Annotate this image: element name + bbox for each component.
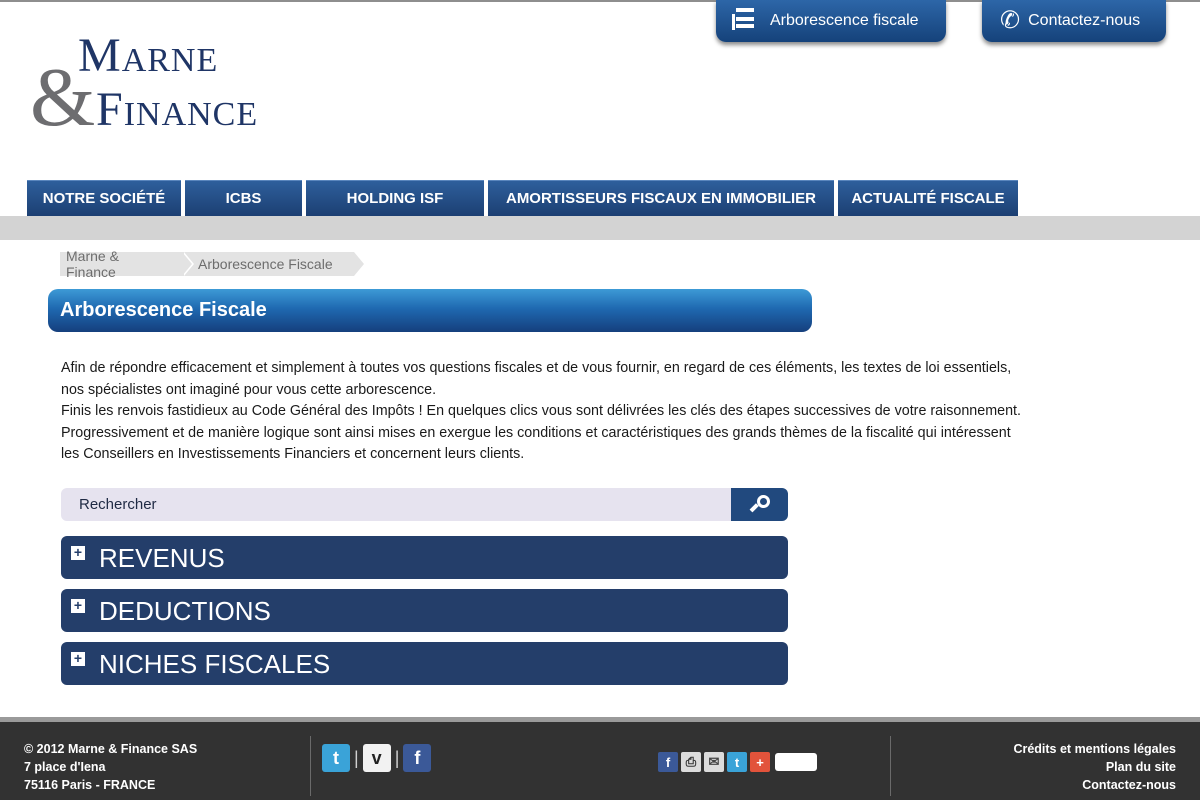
intro-line: Progressivement et de manière logique so… (61, 424, 1011, 441)
nav-item-holding-isf[interactable]: HOLDING ISF (306, 180, 484, 216)
print-icon[interactable]: ⎙ (681, 752, 701, 772)
accordion-label: NICHES FISCALES (99, 649, 331, 679)
intro-line: les Conseillers en Investissements Finan… (61, 446, 525, 462)
share-more-icon[interactable]: + (750, 752, 770, 772)
social-links: t | v | f (322, 744, 432, 772)
arborescence-fiscale-label: Arborescence fiscale (770, 12, 919, 29)
separator: | (354, 747, 359, 768)
nav-item-amortisseurs-fiscaux[interactable]: AMORTISSEURS FISCAUX EN IMMOBILIER (488, 180, 834, 216)
nav-item-notre-societe[interactable]: NOTRE SOCIÉTÉ (27, 180, 181, 216)
footer-link-sitemap[interactable]: Plan du site (1013, 758, 1176, 776)
accordion-label: DEDUCTIONS (99, 596, 271, 626)
search-bar (61, 488, 788, 521)
search-input[interactable] (61, 488, 731, 521)
intro-line: Afin de répondre efficacement et simplem… (61, 360, 1012, 376)
share-counter (775, 753, 817, 771)
accordion-label: REVENUS (99, 543, 225, 573)
phone-icon: ✆ (1000, 7, 1021, 34)
page-title: Arborescence Fiscale (48, 289, 812, 332)
footer-link-credits[interactable]: Crédits et mentions légales (1013, 740, 1176, 758)
intro-line: nos spécialistes ont imaginé pour vous c… (61, 381, 437, 398)
footer-divider (890, 736, 891, 796)
facebook-icon[interactable]: f (403, 744, 432, 772)
footer: © 2012 Marne & Finance SAS 7 place d'Ien… (0, 717, 1200, 800)
search-button[interactable] (731, 488, 788, 521)
expand-icon: + (71, 598, 85, 613)
main-nav: NOTRE SOCIÉTÉ ICBS HOLDING ISF AMORTISSE… (0, 180, 1200, 216)
footer-address: © 2012 Marne & Finance SAS 7 place d'Ien… (24, 740, 197, 794)
expand-icon: + (71, 651, 85, 666)
footer-city: 75116 Paris - FRANCE (24, 778, 156, 792)
intro-line: Finis les renvois fastidieux au Code Gén… (61, 403, 1021, 419)
breadcrumb-home[interactable]: Marne & Finance (60, 248, 194, 280)
footer-copyright: © 2012 Marne & Finance SAS (24, 742, 198, 756)
email-icon[interactable]: ✉ (704, 752, 724, 772)
tree-list-icon (732, 8, 756, 34)
footer-divider (310, 736, 311, 796)
logo-line-2: FINANCE (96, 83, 259, 136)
separator: | (394, 747, 400, 768)
contact-button[interactable]: ✆ Contactez-nous (982, 0, 1166, 42)
footer-link-contact[interactable]: Contactez-nous (1013, 776, 1176, 794)
breadcrumb: Marne & Finance Arborescence Fiscale (60, 248, 364, 280)
footer-links: Crédits et mentions légales Plan du site… (1013, 740, 1176, 794)
share-twitter-icon[interactable]: t (727, 752, 747, 772)
expand-icon: + (71, 545, 85, 560)
site-logo[interactable]: & MARNE FINANCE (30, 28, 300, 140)
intro-text: Afin de répondre efficacement et simplem… (61, 358, 1151, 466)
accordion-revenus[interactable]: + REVENUS (61, 536, 788, 579)
logo-line-1: MARNE (78, 29, 219, 82)
nav-underline-strip (0, 216, 1200, 240)
share-facebook-icon[interactable]: f (658, 752, 678, 772)
search-icon (749, 494, 770, 515)
accordion-deductions[interactable]: + DEDUCTIONS (61, 589, 788, 632)
nav-item-icbs[interactable]: ICBS (185, 180, 302, 216)
contact-label: Contactez-nous (1028, 12, 1141, 29)
footer-street: 7 place d'Iena (24, 760, 106, 774)
nav-item-actualite-fiscale[interactable]: ACTUALITÉ FISCALE (838, 180, 1018, 216)
share-links: f ⎙ ✉ t + (658, 748, 817, 776)
viadeo-icon[interactable]: v (362, 744, 391, 772)
twitter-icon[interactable]: t (322, 744, 350, 772)
breadcrumb-current: Arborescence Fiscale (182, 252, 364, 276)
accordion-niches-fiscales[interactable]: + NICHES FISCALES (61, 642, 788, 685)
arborescence-fiscale-button[interactable]: Arborescence fiscale (716, 0, 946, 42)
